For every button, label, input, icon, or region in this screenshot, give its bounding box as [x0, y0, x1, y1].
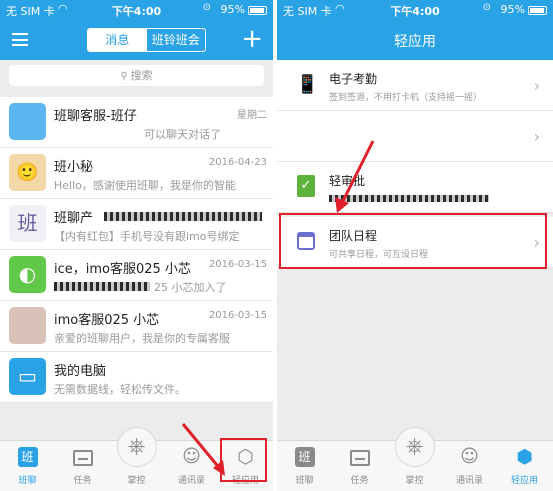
search-icon: ⚲: [120, 71, 128, 82]
segment-control: 消息 班铃班会: [87, 28, 206, 52]
avatar: ◐: [9, 256, 46, 293]
tab-label: 通讯录: [455, 476, 483, 486]
app-item-hidden[interactable]: ›: [277, 111, 553, 162]
app-item-approval[interactable]: ✓ 轻审批: [277, 162, 553, 213]
chat-date: 2016-03-15: [208, 259, 267, 270]
phone-shake-icon: 📱: [296, 74, 319, 95]
battery-icon: [248, 6, 267, 15]
chat-date: 2016-03-15: [208, 310, 267, 321]
rotation-lock-icon: ⊙: [482, 2, 491, 13]
inbox-icon: [72, 450, 93, 466]
cube-icon: ⬢: [516, 446, 533, 468]
menu-icon[interactable]: [12, 33, 28, 46]
steering-wheel-icon: ⎈: [127, 434, 146, 459]
rotation-lock-icon: ⊙: [202, 2, 211, 13]
banliao-icon: 班: [294, 447, 315, 467]
chat-preview: 无需数据线，轻松传文件。: [54, 383, 186, 396]
chevron-right-icon: ›: [533, 127, 540, 146]
app-title: 电子考勤: [329, 72, 378, 86]
status-bar: 无 SIM 卡 ◠ 下午4:00 ⊙ 95%: [277, 0, 553, 20]
app-desc: 签到签退，不用打卡机（支持摇一摇）: [329, 93, 483, 103]
chat-preview: Hello，感谢使用班聊，我是你的智能: [54, 179, 236, 192]
search-placeholder: 搜索: [130, 69, 153, 82]
tab-contacts[interactable]: ☺ 通讯录: [442, 441, 497, 491]
tab-label: 掌控: [405, 476, 424, 486]
avatar: [9, 103, 46, 140]
steering-wheel-icon: ⎈: [405, 434, 424, 459]
chat-name: ice，imo客服025 小芯: [54, 262, 191, 277]
tab-label: 轻应用: [510, 476, 538, 486]
chat-preview: 亲爱的班聊用户，我是你的专属客服: [54, 332, 230, 345]
chat-name: imo客服025 小芯: [54, 313, 160, 328]
tab-tasks[interactable]: 任务: [332, 441, 387, 491]
app-item-attendance[interactable]: 📱 电子考勤 签到签退，不用打卡机（支持摇一摇） ›: [277, 60, 553, 111]
red-arrow: [181, 423, 225, 476]
right-screen: 无 SIM 卡 ◠ 下午4:00 ⊙ 95% 轻应用 📱 电子考勤 签到签退，不…: [277, 0, 553, 491]
chat-item[interactable]: 班 班聊产 【内有红包】手机号没有跟imo号绑定: [0, 199, 273, 250]
search-input[interactable]: ⚲ 搜索: [9, 65, 264, 86]
chat-item[interactable]: imo客服025 小芯 2016-03-15 亲爱的班聊用户，我是你的专属客服: [0, 301, 273, 352]
highlight-box: [279, 213, 547, 269]
chat-item[interactable]: 🙂 班小秘 2016-04-23 Hello，感谢使用班聊，我是你的智能: [0, 148, 273, 199]
chat-date: 2016-04-23: [208, 157, 267, 168]
banliao-icon: 班: [17, 447, 38, 467]
tab-banliao[interactable]: 班 班聊: [0, 441, 55, 491]
tab-control[interactable]: ⎈ 掌控: [109, 427, 164, 491]
chat-item[interactable]: 班聊客服-班仔 星期二 可以聊天对话了: [0, 97, 273, 148]
search-bar: ⚲ 搜索: [0, 60, 273, 90]
chat-item[interactable]: ▭ 我的电脑 无需数据线，轻松传文件。: [0, 352, 273, 403]
chat-list: 班聊客服-班仔 星期二 可以聊天对话了 🙂 班小秘 2016-04-23 Hel…: [0, 97, 273, 403]
battery-percent: 95%: [500, 3, 525, 16]
navbar: 消息 班铃班会 +: [0, 20, 273, 60]
tab-label: 掌控: [127, 476, 146, 486]
tab-tasks[interactable]: 任务: [55, 441, 110, 491]
add-icon[interactable]: +: [241, 24, 263, 54]
left-screen: 无 SIM 卡 ◠ 下午4:00 ⊙ 95% 消息 班铃班会 + ⚲ 搜索 班聊客…: [0, 0, 273, 491]
navbar: 轻应用: [277, 20, 553, 60]
tab-banliao[interactable]: 班 班聊: [277, 441, 332, 491]
chat-item[interactable]: ◐ ice，imo客服025 小芯 2016-03-15 25 小芯加入了: [0, 250, 273, 301]
red-arrow: [335, 140, 375, 213]
tab-label: 班聊: [18, 476, 37, 486]
chat-name: 班聊客服-班仔: [54, 109, 137, 124]
redaction: [104, 212, 262, 221]
contacts-icon: ☺: [460, 446, 479, 467]
avatar: 班: [9, 205, 46, 242]
battery-percent: 95%: [220, 3, 245, 16]
chat-preview: 25 小芯加入了: [154, 281, 227, 294]
chat-name: 班小秘: [54, 160, 94, 175]
chat-name: 我的电脑: [54, 364, 107, 379]
approval-icon: ✓: [297, 175, 315, 197]
avatar: [9, 307, 46, 344]
avatar: 🙂: [9, 154, 46, 191]
tab-light-apps[interactable]: ⬢ 轻应用: [497, 441, 552, 491]
inbox-icon: [349, 450, 370, 466]
control-button[interactable]: ⎈: [394, 427, 435, 467]
chat-date: 星期二: [237, 110, 267, 121]
tab-label: 任务: [73, 476, 92, 486]
chat-preview: 可以聊天对话了: [144, 128, 221, 141]
page-title: 轻应用: [394, 34, 436, 50]
tab-control[interactable]: ⎈ 掌控: [387, 427, 442, 491]
tab-label: 班聊: [295, 476, 314, 486]
tab-class-meeting[interactable]: 班铃班会: [147, 29, 206, 51]
tab-label: 任务: [350, 476, 369, 486]
tab-messages[interactable]: 消息: [88, 29, 147, 51]
status-bar: 无 SIM 卡 ◠ 下午4:00 ⊙ 95%: [0, 0, 273, 20]
chevron-right-icon: ›: [533, 76, 540, 95]
computer-icon: ▭: [9, 358, 46, 395]
chat-name: 班聊产: [54, 211, 94, 226]
control-button[interactable]: ⎈: [116, 427, 157, 467]
chat-preview: 【内有红包】手机号没有跟imo号绑定: [54, 230, 240, 243]
battery-icon: [528, 6, 547, 15]
bottom-tab-bar: 班 班聊 任务 ⎈ 掌控 ☺ 通讯录 ⬢ 轻应用: [277, 427, 553, 491]
